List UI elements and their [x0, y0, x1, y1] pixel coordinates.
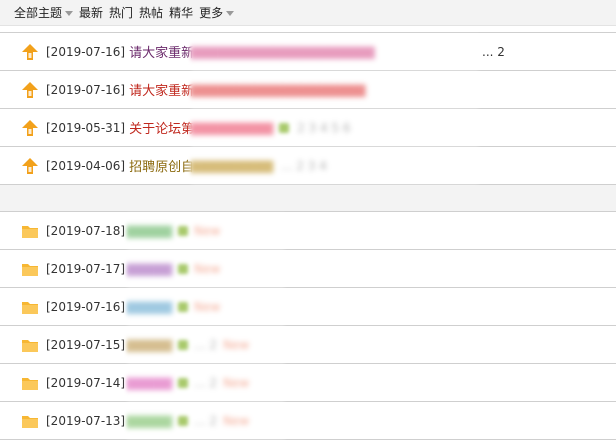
- filter-digest[interactable]: 精华: [169, 4, 193, 21]
- thread-title[interactable]: 请大家重新: [129, 42, 194, 61]
- thread-title[interactable]: 招聘原创自: [129, 156, 194, 175]
- pinned-row[interactable]: [2019-05-31] 关于论坛第 ▇▇▇▇▇▇▇▇▇ 2 3 4 5 6: [0, 109, 616, 147]
- thread-date: [2019-07-18]: [46, 223, 126, 238]
- folder-icon: [20, 411, 40, 431]
- thread-row[interactable]: [2019-07-14] 9 ▇▇▇▇▇... 2New: [0, 364, 616, 402]
- filter-all[interactable]: 全部主题: [14, 4, 74, 21]
- filter-more[interactable]: 更多: [199, 4, 235, 21]
- folder-icon: [20, 373, 40, 393]
- thread-date: [2019-07-16]: [46, 44, 126, 59]
- folder-icon: [20, 221, 40, 241]
- page-links[interactable]: ... 2: [482, 45, 505, 59]
- folder-icon: [20, 259, 40, 279]
- thread-title[interactable]: 关于论坛第: [129, 118, 194, 137]
- folder-icon: [20, 297, 40, 317]
- folder-icon: [20, 335, 40, 355]
- thread-date: [2019-07-13]: [46, 413, 126, 428]
- pinned-row[interactable]: [2019-07-16] 请大家重新 ▇▇▇▇▇▇▇▇▇▇▇▇▇▇▇▇▇▇▇▇ …: [0, 33, 616, 71]
- pinned-row[interactable]: [2019-07-16] 请大家重新 ▇▇▇▇▇▇▇▇▇▇▇▇▇▇▇▇▇▇▇: [0, 71, 616, 109]
- thread-date: [2019-07-14]: [46, 375, 126, 390]
- thread-row[interactable]: [2019-07-17] 9 ▇▇▇▇▇New: [0, 250, 616, 288]
- chevron-down-icon: [226, 11, 235, 16]
- separator: [0, 185, 616, 212]
- thread-date: [2019-07-15]: [46, 337, 126, 352]
- thread-title[interactable]: 请大家重新: [129, 80, 194, 99]
- thread-list: [2019-07-16] 请大家重新 ▇▇▇▇▇▇▇▇▇▇▇▇▇▇▇▇▇▇▇▇ …: [0, 32, 616, 440]
- thread-date: [2019-07-17]: [46, 261, 126, 276]
- pin-up-icon: [20, 156, 40, 176]
- thread-date: [2019-07-16]: [46, 82, 126, 97]
- thread-date: [2019-04-06]: [46, 158, 126, 173]
- pinned-row[interactable]: [2019-04-06] 招聘原创自 ▇▇▇▇▇▇▇▇▇... 2 3 4: [0, 147, 616, 185]
- filter-hot-posts[interactable]: 热帖: [139, 4, 163, 21]
- pin-up-icon: [20, 80, 40, 100]
- filter-hot[interactable]: 热门: [109, 4, 133, 21]
- thread-filter-bar: 全部主题 最新 热门 热帖 精华 更多: [0, 0, 616, 26]
- thread-row[interactable]: [2019-07-13] 9 ▇▇▇▇▇... 2New: [0, 402, 616, 440]
- thread-row[interactable]: [2019-07-18] 9 ▇▇▇▇▇New: [0, 212, 616, 250]
- thread-row[interactable]: [2019-07-16] 9 ▇▇▇▇▇New: [0, 288, 616, 326]
- chevron-down-icon: [65, 11, 74, 16]
- thread-date: [2019-07-16]: [46, 299, 126, 314]
- filter-latest[interactable]: 最新: [79, 4, 103, 21]
- thread-date: [2019-05-31]: [46, 120, 126, 135]
- pin-up-icon: [20, 118, 40, 138]
- thread-row[interactable]: [2019-07-15] 9 ▇▇▇▇▇... 2New: [0, 326, 616, 364]
- pin-up-icon: [20, 42, 40, 62]
